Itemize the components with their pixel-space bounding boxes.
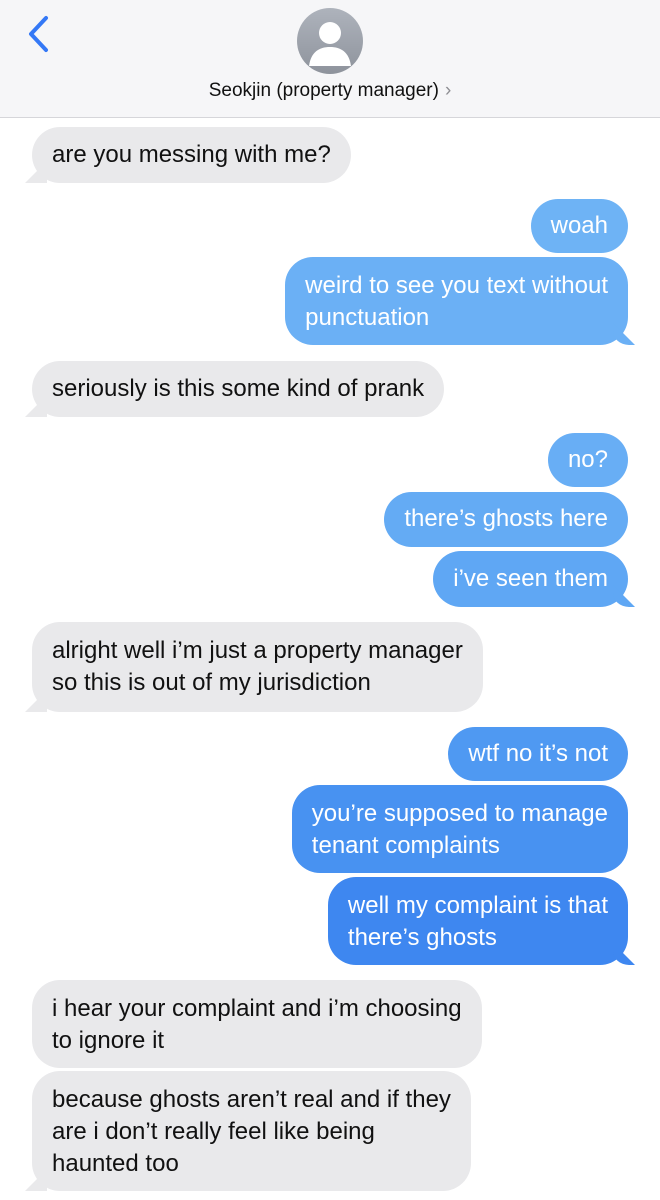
received-message[interactable]: are you messing with me? bbox=[32, 127, 351, 183]
sent-message[interactable]: you’re supposed to manage tenant complai… bbox=[291, 785, 628, 873]
message-text-line: are i don’t really feel like being bbox=[52, 1118, 375, 1145]
sent-message[interactable]: no? bbox=[547, 433, 628, 487]
conversation-header: Seokjin (property manager) › bbox=[0, 0, 660, 118]
chevron-left-icon bbox=[29, 16, 48, 52]
message-text-line: tenant complaints bbox=[311, 832, 500, 859]
message-text-line: to ignore it bbox=[52, 1027, 165, 1054]
sent-message[interactable]: weird to see you text without punctuatio… bbox=[285, 257, 628, 345]
message-text-line: well my complaint is that bbox=[347, 892, 608, 919]
received-message[interactable]: i hear your complaint and i’m choosing t… bbox=[32, 980, 482, 1068]
message-text-line: because ghosts aren’t real and if they bbox=[52, 1086, 451, 1113]
sent-message[interactable]: well my complaint is that there’s ghosts bbox=[327, 877, 628, 965]
message-text: i’ve seen them bbox=[453, 565, 608, 592]
contact-name-button[interactable]: Seokjin (property manager) › bbox=[0, 80, 660, 102]
message-text: woah bbox=[550, 212, 608, 239]
message-text-line: haunted too bbox=[52, 1150, 179, 1177]
sent-message[interactable]: woah bbox=[530, 199, 628, 253]
sent-message[interactable]: there’s ghosts here bbox=[384, 492, 628, 547]
message-text: no? bbox=[567, 446, 608, 473]
message-text-line: so this is out of my jurisdiction bbox=[52, 669, 371, 696]
back-button[interactable] bbox=[22, 14, 54, 54]
message-text: are you messing with me? bbox=[52, 141, 331, 168]
received-message[interactable]: seriously is this some kind of prank bbox=[32, 361, 445, 417]
message-text-line: alright well i’m just a property manager bbox=[52, 637, 463, 664]
person-silhouette-icon bbox=[309, 22, 351, 66]
received-message[interactable]: because ghosts aren’t real and if they a… bbox=[32, 1071, 471, 1191]
message-text: wtf no it’s not bbox=[468, 740, 608, 767]
message-text-line: you’re supposed to manage bbox=[311, 800, 608, 827]
received-message[interactable]: alright well i’m just a property manager… bbox=[32, 622, 483, 712]
message-text: seriously is this some kind of prank bbox=[52, 375, 425, 402]
chevron-right-icon: › bbox=[444, 80, 452, 101]
message-text-line: weird to see you text without bbox=[305, 272, 608, 299]
message-text: there’s ghosts here bbox=[404, 505, 608, 532]
avatar[interactable] bbox=[297, 8, 363, 74]
message-text-line: i hear your complaint and i’m choosing bbox=[52, 995, 462, 1022]
message-text-line: punctuation bbox=[305, 304, 430, 331]
contact-name: Seokjin (property manager) bbox=[208, 80, 439, 101]
sent-message[interactable]: wtf no it’s not bbox=[448, 727, 628, 781]
sent-message[interactable]: i’ve seen them bbox=[433, 551, 628, 607]
message-text-line: there’s ghosts bbox=[347, 924, 497, 951]
